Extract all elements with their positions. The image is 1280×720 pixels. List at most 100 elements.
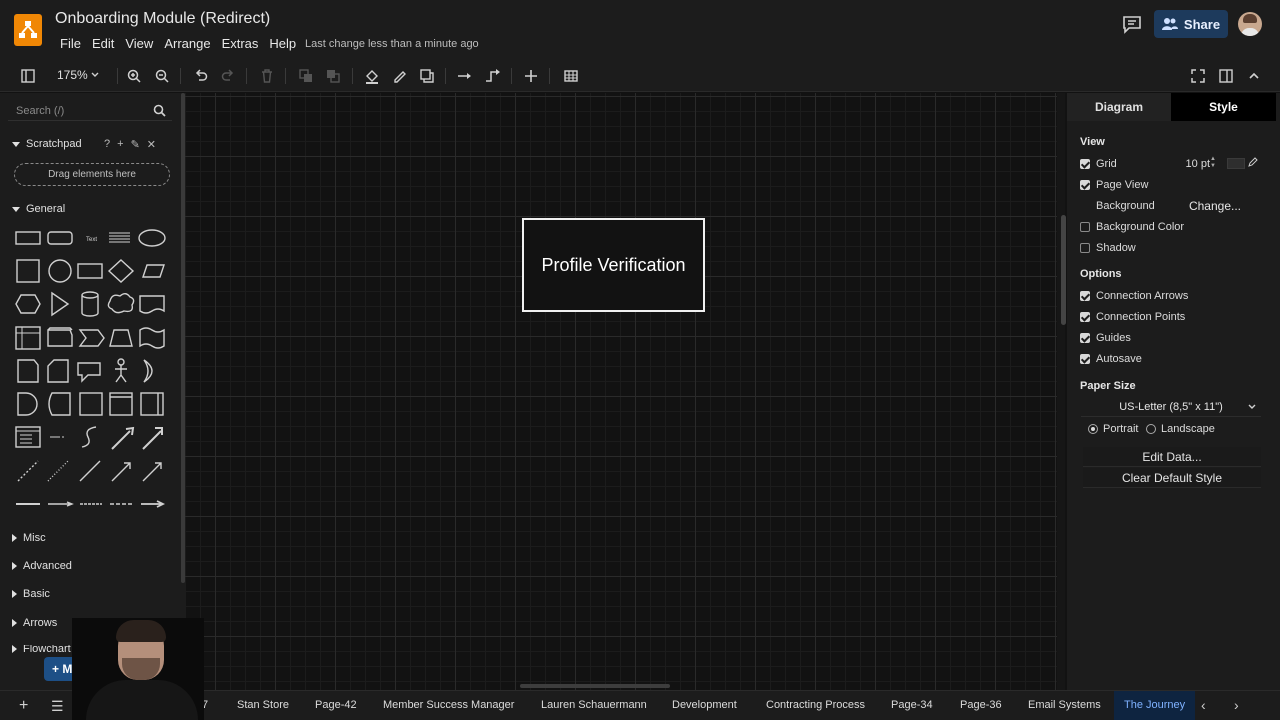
page-tab-the-journey[interactable]: The Journey [1114,691,1196,720]
general-shape-palette[interactable]: Text [12,223,172,513]
landscape-radio[interactable] [1146,424,1156,434]
landscape-option[interactable]: Landscape [1146,423,1215,435]
background-color-checkbox[interactable] [1080,222,1090,232]
page-tab-contracting-process[interactable]: Contracting Process [766,699,865,711]
shape-search-input[interactable]: Search (/) [8,101,172,121]
portrait-radio[interactable] [1088,424,1098,434]
add-page-icon[interactable]: + [19,698,28,714]
shadow-checkbox[interactable] [1080,243,1090,253]
collapse-chevron-up-icon[interactable] [1244,66,1264,86]
fill-color-icon[interactable] [362,66,382,86]
connection-arrows-label: Connection Arrows [1096,290,1189,302]
page-tab-page-34[interactable]: Page-34 [891,699,933,711]
dashed-line-icon [17,460,39,482]
user-avatar[interactable] [1238,12,1262,36]
menu-extras[interactable]: Extras [222,36,267,51]
app-logo-icon[interactable] [14,14,42,46]
page-tab-development[interactable]: Development [672,699,737,711]
grid-color-swatch[interactable] [1227,158,1245,169]
diagram-canvas[interactable] [185,93,1065,690]
redo-icon[interactable] [218,66,238,86]
grid-size-stepper-icon[interactable]: ▲ ▼ [1210,156,1216,170]
table-icon[interactable] [561,66,581,86]
scratchpad-dropzone[interactable]: Drag elements here [14,163,170,186]
paper-size-select[interactable]: US-Letter (8,5" x 11") [1081,397,1261,417]
page-view-checkbox[interactable] [1080,180,1090,190]
canvas-horizontal-scrollbar[interactable] [520,684,670,688]
section-arrows[interactable]: Arrows [12,617,57,629]
autosave-row[interactable]: Autosave [1080,353,1142,365]
section-advanced[interactable]: Advanced [12,560,72,572]
scratchpad-actions: ? + ✎ ✕ [104,138,156,151]
page-tab-lauren-schauermann[interactable]: Lauren Schauermann [541,699,647,711]
autosave-checkbox[interactable] [1080,354,1090,364]
pencil-icon[interactable] [1248,157,1258,167]
curve-shape-icon [81,426,97,448]
shadow-checkbox-row[interactable]: Shadow [1080,242,1136,254]
connection-points-checkbox[interactable] [1080,312,1090,322]
menu-file[interactable]: File [60,36,89,51]
add-icon[interactable]: + [117,138,123,151]
diagram-node-profile-verification[interactable]: Profile Verification [522,218,705,312]
waypoints-icon[interactable] [483,66,503,86]
tab-style[interactable]: Style [1171,93,1276,121]
format-panel-toggle-icon[interactable] [18,66,38,86]
section-misc[interactable]: Misc [12,532,46,544]
format-panel-icon[interactable] [1216,66,1236,86]
guides-checkbox[interactable] [1080,333,1090,343]
edit-data-button[interactable]: Edit Data... [1083,447,1261,467]
grid-checkbox-row[interactable]: Grid [1080,158,1117,170]
line-color-icon[interactable] [390,66,410,86]
canvas-vertical-scrollbar[interactable] [1061,215,1066,325]
guides-row[interactable]: Guides [1080,332,1131,344]
insert-plus-icon[interactable] [521,66,541,86]
connection-arrows-row[interactable]: Connection Arrows [1080,290,1188,302]
section-basic[interactable]: Basic [12,588,50,600]
zoom-dropdown[interactable]: 175% [57,68,100,82]
connection-arrow-icon[interactable] [455,66,475,86]
menu-view[interactable]: View [125,36,161,51]
page-tab-member-success-manager[interactable]: Member Success Manager [383,699,514,711]
page-tab-page-42[interactable]: Page-42 [315,699,357,711]
shadow-icon[interactable] [417,66,437,86]
background-label: Background [1096,200,1155,212]
page-tab-stan-store[interactable]: Stan Store [237,699,289,711]
section-flowchart[interactable]: Flowchart [12,645,71,653]
to-back-icon[interactable] [323,66,343,86]
list-shape-icon [16,430,40,444]
tab-diagram[interactable]: Diagram [1067,93,1171,121]
to-front-icon[interactable] [296,66,316,86]
zoom-out-icon[interactable] [152,66,172,86]
scratchpad-header[interactable]: Scratchpad [12,138,82,150]
fullscreen-icon[interactable] [1188,66,1208,86]
document-title[interactable]: Onboarding Module (Redirect) [55,10,270,28]
page-view-checkbox-row[interactable]: Page View [1080,179,1148,191]
edit-icon[interactable]: ✎ [131,138,140,151]
share-button[interactable]: Share [1154,10,1228,38]
portrait-option[interactable]: Portrait [1088,423,1138,435]
grid-checkbox[interactable] [1080,159,1090,169]
chevron-right-icon[interactable]: › [1234,697,1239,713]
comments-icon[interactable] [1121,13,1143,35]
background-color-checkbox-row[interactable]: Background Color [1080,221,1184,233]
chevron-left-icon[interactable]: ‹ [1201,697,1206,713]
general-header[interactable]: General [12,203,65,215]
menu-help[interactable]: Help [269,36,304,51]
clear-default-style-button[interactable]: Clear Default Style [1083,468,1261,488]
page-tab-page-36[interactable]: Page-36 [960,699,1002,711]
last-change-status[interactable]: Last change less than a minute ago [305,38,479,50]
search-icon[interactable] [153,104,166,117]
connection-points-row[interactable]: Connection Points [1080,311,1185,323]
collapsed-icon [12,562,17,570]
pages-menu-icon[interactable]: ☰ [51,698,64,714]
help-icon[interactable]: ? [104,138,110,151]
page-tab-email-systems[interactable]: Email Systems [1028,699,1101,711]
menu-arrange[interactable]: Arrange [164,36,218,51]
close-icon[interactable]: ✕ [147,138,156,151]
zoom-in-icon[interactable] [124,66,144,86]
connection-arrows-checkbox[interactable] [1080,291,1090,301]
undo-icon[interactable] [191,66,211,86]
delete-icon[interactable] [257,66,277,86]
change-background-button[interactable]: Change... [1175,196,1255,216]
menu-edit[interactable]: Edit [92,36,122,51]
